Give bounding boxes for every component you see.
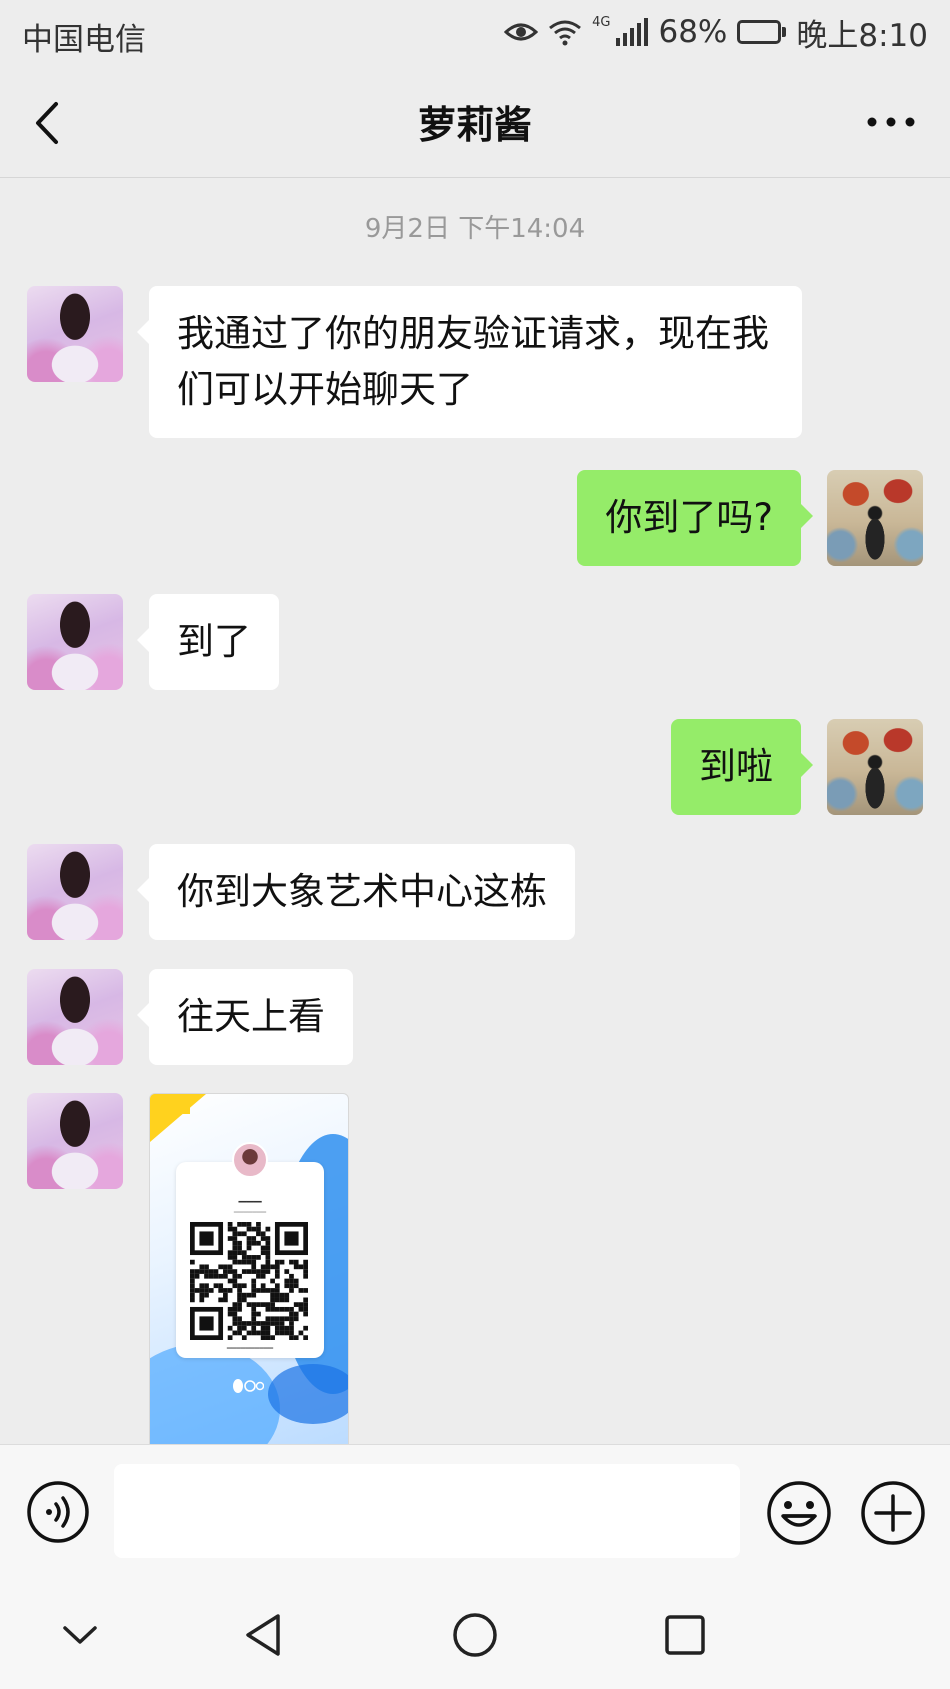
qr-card-name: ▁▁▁ — [238, 1192, 262, 1203]
input-bar — [0, 1444, 950, 1582]
recents-square-icon[interactable] — [660, 1610, 710, 1660]
chat-header: 萝莉酱 — [0, 66, 950, 178]
signal-icon — [616, 18, 649, 46]
contact-avatar[interactable] — [27, 969, 123, 1065]
image-message[interactable]: ▁▁▁ ▁▁▁▁▁▁▁ ▁▁▁▁▁▁▁▁▁▁ — [149, 1093, 349, 1445]
status-bar: 中国电信 4G 68% 晚上8:10 — [0, 0, 950, 66]
chevron-down-icon[interactable] — [55, 1610, 105, 1660]
battery-icon — [737, 20, 787, 44]
plus-circle-icon[interactable] — [860, 1480, 926, 1546]
home-circle-icon[interactable] — [450, 1610, 500, 1660]
network-type-label: 4G — [592, 14, 611, 30]
contact-avatar[interactable] — [27, 286, 123, 382]
page-title: 萝莉酱 — [417, 103, 532, 147]
message-bubble[interactable]: 到了 — [137, 594, 279, 690]
contact-avatar[interactable] — [27, 844, 123, 940]
emoji-icon[interactable] — [766, 1480, 832, 1546]
wifi-icon — [548, 18, 582, 46]
system-nav-bar — [0, 1582, 950, 1689]
qq-logo-icon — [232, 1378, 265, 1397]
voice-icon[interactable] — [26, 1480, 90, 1544]
my-avatar[interactable] — [827, 719, 923, 815]
qr-card-avatar — [232, 1142, 268, 1178]
eye-icon — [504, 20, 539, 44]
status-icons: 4G 68% 晚上8:10 — [504, 12, 928, 54]
message-bubble[interactable]: 往天上看 — [137, 969, 353, 1065]
clock: 晚上8:10 — [796, 17, 928, 54]
my-avatar[interactable] — [827, 470, 923, 566]
qr-card-subtitle: ▁▁▁▁▁▁▁ — [233, 1206, 267, 1213]
more-dots-icon[interactable] — [866, 110, 916, 134]
carrier-label: 中国电信 — [22, 22, 146, 58]
contact-avatar[interactable] — [27, 1093, 123, 1189]
message-bubble[interactable]: 我通过了你的朋友验证请求，现在我们可以开始聊天了 — [137, 286, 802, 438]
qr-code — [190, 1222, 308, 1340]
message-bubble[interactable]: 你到大象艺术中心这栋 — [137, 844, 575, 940]
message-bubble[interactable]: 到啦 — [671, 719, 813, 815]
message-bubble[interactable]: 你到了吗? — [577, 470, 813, 566]
chat-timestamp: 9月2日 下午14:04 — [364, 214, 586, 244]
battery-percent: 68% — [658, 14, 728, 50]
back-triangle-icon[interactable] — [240, 1610, 290, 1660]
contact-avatar[interactable] — [27, 594, 123, 690]
qr-card-caption: ▁▁▁▁▁▁▁▁▁▁ — [226, 1342, 274, 1349]
message-input[interactable] — [114, 1464, 740, 1558]
